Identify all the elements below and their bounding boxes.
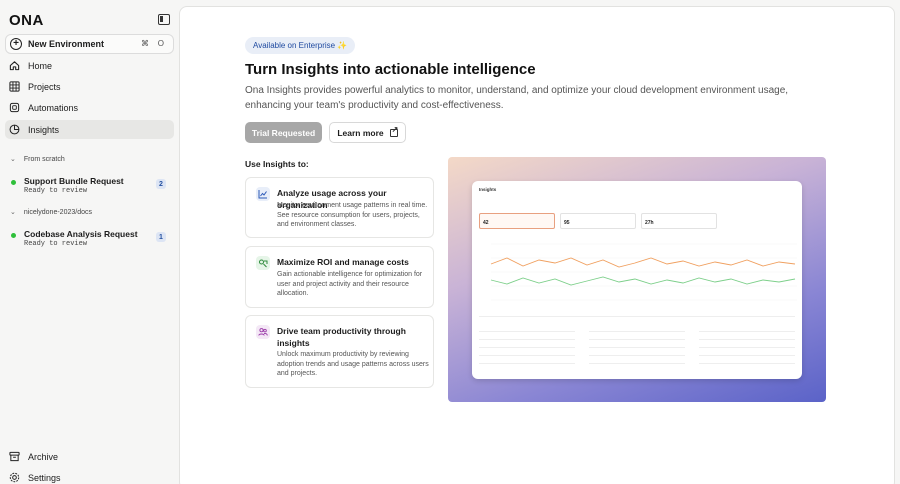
feature-card-roi: Maximize ROI and manage costs Gain actio… [245, 246, 434, 308]
use-insights-label: Use Insights to: [245, 159, 309, 169]
card-body: Gain actionable intelligence for optimiz… [277, 271, 423, 297]
group-label: From scratch [23, 155, 65, 163]
group-header-from-scratch[interactable]: ⌄ From scratch [10, 155, 65, 164]
preview-tables [479, 321, 795, 373]
group-header-docs[interactable]: ⌄ nicelydone-2023/docs [10, 208, 92, 217]
task-title: Support Bundle Request [24, 176, 124, 186]
insights-preview-image: Insights 42 95 27h [448, 157, 826, 402]
roi-icon [256, 256, 270, 270]
sidebar-toggle-icon[interactable] [158, 14, 170, 25]
new-environment-button[interactable]: + New Environment ⌘ O [5, 34, 174, 54]
logo[interactable]: ONA [9, 12, 44, 29]
preview-window: Insights 42 95 27h [472, 181, 802, 379]
sidebar: ONA + New Environment ⌘ O Home Projects … [0, 0, 180, 484]
count-badge: 1 [156, 232, 166, 242]
group-label: nicelydone-2023/docs [23, 208, 92, 216]
sidebar-item-projects[interactable]: Projects [5, 77, 174, 96]
enterprise-badge: Available on Enterprise ✨ [245, 37, 356, 54]
new-environment-label: New Environment [28, 39, 105, 49]
sidebar-item-label: Insights [28, 124, 60, 135]
status-dot [11, 233, 16, 238]
preview-stat-card: 42 [479, 213, 555, 229]
card-title: Maximize ROI and manage costs [277, 257, 409, 267]
preview-stat-value: 42 [483, 220, 489, 226]
sidebar-item-label: Automations [28, 102, 79, 113]
card-body: Unlock maximum productivity by reviewing… [277, 351, 429, 377]
status-dot [11, 180, 16, 185]
preview-line-chart [490, 243, 797, 301]
grid-icon [9, 81, 20, 92]
sidebar-item-archive[interactable]: Archive [5, 447, 174, 466]
trial-button-label: Trial Requested [251, 127, 316, 138]
page-description: Ona Insights provides powerful analytics… [245, 85, 789, 111]
feature-card-analyze: Analyze usage across your organization M… [245, 177, 434, 238]
task-item[interactable]: Codebase Analysis Request Ready to revie… [10, 229, 168, 253]
main-panel: Available on Enterprise ✨ Turn Insights … [179, 6, 895, 484]
learn-more-button[interactable]: Learn more [329, 122, 406, 143]
task-item[interactable]: Support Bundle Request Ready to review 2 [10, 176, 168, 200]
sidebar-item-label: Settings [28, 472, 61, 483]
preview-stat-card: 27h [641, 213, 717, 229]
automation-icon [9, 102, 20, 113]
preview-stat-card: 95 [560, 213, 636, 229]
external-link-icon [389, 125, 398, 137]
team-icon [256, 325, 270, 339]
home-icon [9, 60, 20, 71]
sidebar-item-automations[interactable]: Automations [5, 98, 174, 117]
shortcut-cmd: ⌘ [141, 39, 149, 48]
trial-requested-button[interactable]: Trial Requested [245, 122, 322, 143]
sidebar-item-insights[interactable]: Insights [5, 120, 174, 139]
count-badge: 2 [156, 179, 166, 189]
archive-icon [9, 451, 20, 462]
learn-button-label: Learn more [337, 127, 384, 138]
chart-icon [256, 187, 270, 201]
preview-stat-value: 27h [645, 220, 654, 226]
preview-title: Insights [479, 187, 497, 192]
sidebar-item-label: Archive [28, 451, 59, 462]
task-title: Codebase Analysis Request [24, 229, 138, 239]
chevron-down-icon: ⌄ [10, 209, 16, 216]
card-body: Monitor environment usage patterns in re… [277, 202, 428, 228]
sidebar-item-settings[interactable]: Settings [5, 468, 174, 484]
task-status: Ready to review [24, 240, 88, 248]
plus-circle-icon: + [10, 38, 22, 50]
sidebar-item-label: Home [28, 60, 53, 71]
shortcut-key: O [157, 39, 164, 48]
chevron-down-icon: ⌄ [10, 156, 16, 163]
settings-icon [9, 472, 20, 483]
insights-icon [9, 124, 20, 135]
preview-stat-value: 95 [564, 220, 570, 226]
sidebar-item-label: Projects [28, 81, 61, 92]
page-title: Turn Insights into actionable intelligen… [245, 61, 536, 78]
feature-card-productivity: Drive team productivity through insights… [245, 315, 434, 388]
preview-divider [479, 316, 795, 317]
sidebar-item-home[interactable]: Home [5, 56, 174, 75]
card-title: Drive team productivity through insights [277, 326, 406, 348]
task-status: Ready to review [24, 187, 88, 195]
